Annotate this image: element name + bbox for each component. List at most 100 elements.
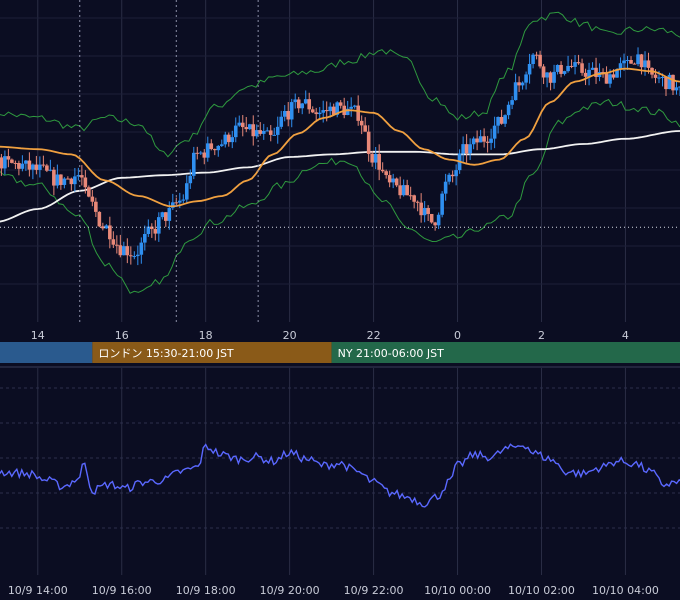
candle-body — [153, 228, 158, 234]
candle-body — [233, 125, 238, 138]
candle-body — [45, 165, 49, 171]
candle-body — [576, 62, 581, 64]
candle-body — [485, 141, 490, 143]
candle-body — [401, 185, 406, 196]
candle-body — [408, 195, 413, 197]
candle-body — [31, 164, 35, 170]
candle-body — [510, 100, 514, 105]
candle-body — [27, 160, 32, 170]
candle-body — [258, 130, 263, 134]
candle-body — [240, 122, 245, 128]
candle-body — [653, 74, 658, 78]
candle-body — [293, 99, 298, 103]
candle-body — [62, 178, 67, 185]
candle-body — [167, 207, 172, 221]
candle-body — [580, 63, 584, 73]
candle-body — [440, 193, 444, 215]
candle-body — [657, 77, 661, 79]
x-tick-label: 10/9 14:00 — [8, 584, 68, 597]
candle-body — [412, 195, 416, 202]
candle-body — [83, 177, 88, 188]
candle-body — [559, 64, 563, 74]
candle-body — [506, 104, 511, 116]
candle-body — [275, 126, 280, 135]
candle-body — [17, 162, 21, 169]
x-tick-label: 10/9 16:00 — [92, 584, 152, 597]
candle-body — [461, 144, 465, 154]
candle-body — [394, 178, 399, 186]
candle-body — [611, 74, 616, 78]
candle-body — [566, 65, 570, 72]
candle-body — [150, 226, 154, 229]
candle-body — [219, 144, 224, 146]
x-tick-label: 10/10 04:00 — [592, 584, 659, 597]
candle-body — [321, 110, 326, 113]
candle-body — [527, 63, 532, 75]
candle-body — [307, 99, 312, 110]
candle-body — [632, 63, 637, 65]
candle-body — [356, 105, 360, 121]
candle-body — [545, 72, 549, 78]
session-label: ロンドン 15:30-21:00 JST — [98, 347, 234, 360]
candle-body — [226, 134, 231, 143]
candle-body — [366, 131, 371, 154]
x-tick-label: 10/9 20:00 — [260, 584, 320, 597]
candle-body — [499, 116, 504, 124]
candle-body — [20, 163, 25, 169]
candle-body — [555, 64, 560, 72]
session-label: NY 21:00-06:00 JST — [338, 347, 445, 360]
candle-body — [349, 106, 353, 109]
candle-body — [94, 201, 98, 212]
candle-body — [426, 207, 430, 214]
candle-body — [52, 169, 56, 186]
candle-body — [160, 212, 165, 218]
candle-body — [573, 62, 577, 67]
candle-body — [646, 60, 651, 68]
candle-body — [370, 153, 374, 163]
candle-body — [377, 154, 381, 170]
candle-body — [125, 246, 130, 256]
candle-body — [181, 199, 186, 201]
candle-body — [279, 116, 284, 127]
candle-body — [38, 164, 42, 170]
candle-body — [87, 187, 91, 197]
candle-body — [24, 160, 28, 164]
candle-body — [205, 143, 210, 158]
candle-body — [289, 102, 294, 120]
candle-body — [478, 136, 483, 143]
x-tick-label: 10/10 02:00 — [508, 584, 575, 597]
candle-body — [129, 255, 133, 257]
session-segment[interactable] — [0, 342, 93, 363]
candle-body — [538, 54, 542, 67]
candle-body — [436, 214, 441, 226]
candle-body — [373, 154, 378, 163]
candle-body — [261, 131, 266, 134]
candle-body — [363, 125, 367, 132]
candle-body — [55, 174, 60, 186]
candle-body — [415, 201, 420, 203]
candle-body — [3, 156, 7, 169]
candle-body — [59, 174, 63, 185]
candle-body — [286, 111, 291, 120]
candle-body — [590, 67, 595, 70]
candle-body — [230, 137, 235, 143]
candle-body — [164, 212, 168, 221]
candle-body — [674, 87, 679, 91]
candle-body — [328, 106, 333, 112]
x-tick-label: 22 — [367, 329, 381, 342]
x-tick-label: 14 — [31, 329, 45, 342]
candle-body — [268, 130, 273, 135]
candle-body — [73, 176, 77, 185]
x-tick-label: 18 — [199, 329, 213, 342]
candle-body — [671, 74, 675, 91]
x-tick-label: 20 — [283, 329, 297, 342]
session-bar[interactable]: ロンドン 15:30-21:00 JST NY 21:00-06:00 JST — [0, 342, 680, 363]
candle-body — [468, 144, 472, 154]
candle-body — [471, 138, 476, 145]
candle-body — [531, 54, 535, 64]
candle-body — [265, 130, 270, 132]
candle-body — [97, 211, 102, 227]
candle-body — [212, 149, 217, 151]
candle-body — [664, 76, 668, 90]
candle-body — [198, 152, 203, 154]
